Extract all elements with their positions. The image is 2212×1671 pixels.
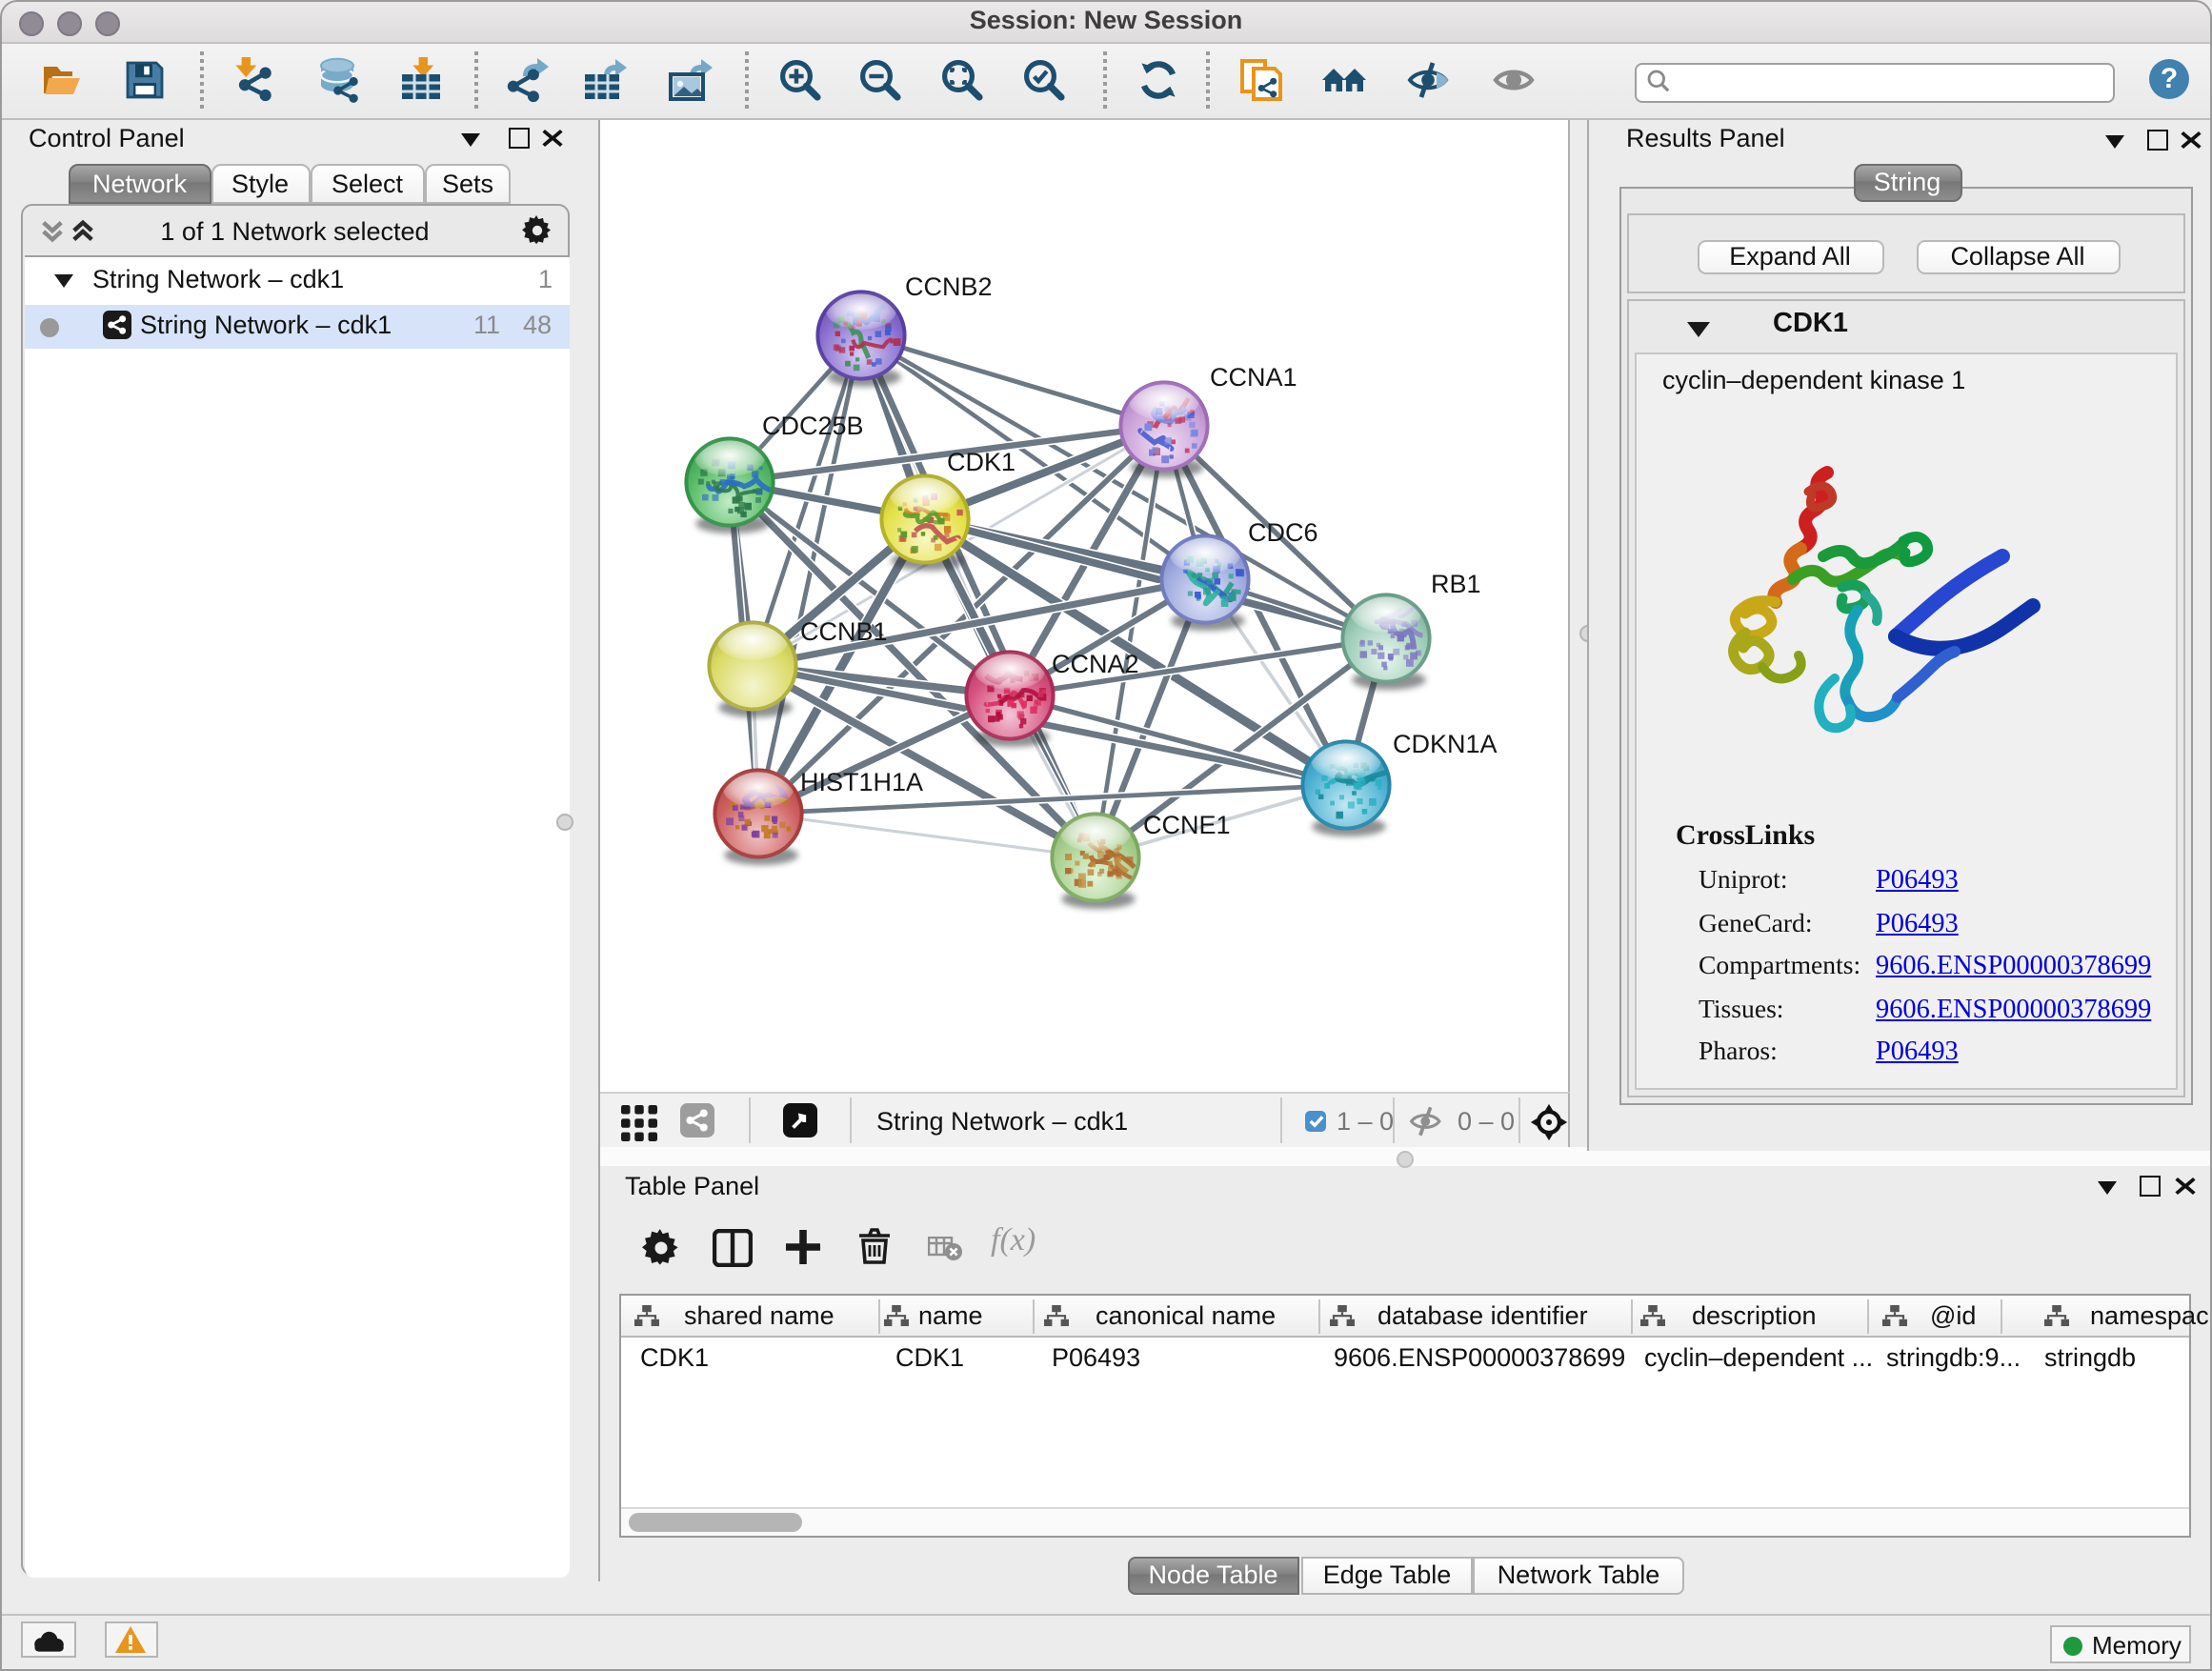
svg-text:HIST1H1A: HIST1H1A [800, 768, 923, 796]
svg-text:CCNE1: CCNE1 [1143, 811, 1231, 839]
svg-text:CDKN1A: CDKN1A [1393, 730, 1498, 758]
svg-text:CCNA1: CCNA1 [1210, 363, 1297, 392]
svg-text:CCNB2: CCNB2 [905, 272, 993, 301]
svg-text:CDK1: CDK1 [947, 448, 1016, 476]
svg-text:CDC6: CDC6 [1248, 518, 1318, 547]
svg-text:CCNB1: CCNB1 [800, 617, 888, 646]
svg-text:RB1: RB1 [1431, 570, 1481, 598]
svg-text:CDC25B: CDC25B [762, 412, 864, 440]
svg-text:CCNA2: CCNA2 [1052, 650, 1139, 678]
